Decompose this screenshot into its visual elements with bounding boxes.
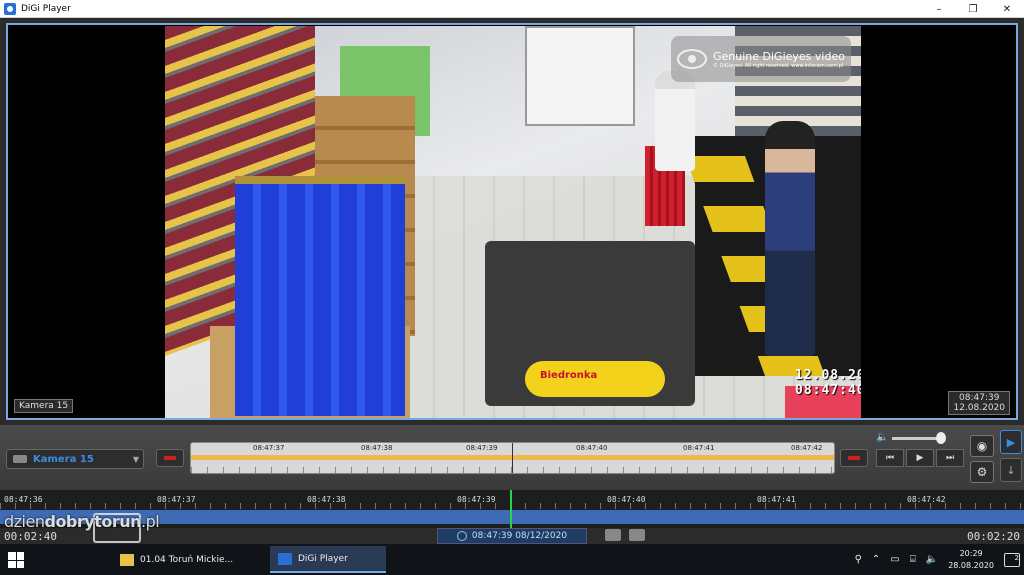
notification-icon[interactable]: 2 bbox=[1004, 552, 1020, 567]
volume-control[interactable]: 🔈 bbox=[876, 432, 966, 444]
taskbar-item-explorer[interactable]: 01.04 Toruń Mickie... bbox=[112, 546, 242, 573]
volume-track[interactable] bbox=[892, 437, 942, 440]
system-tray: ⚲ ⌃ ▭ ⌸ 🔈 20:29 28.08.2020 2 bbox=[855, 544, 1020, 575]
mute-icon[interactable]: 🔈 bbox=[876, 432, 888, 443]
windows-start-icon[interactable] bbox=[8, 552, 24, 568]
timeline-label: 08:47:42 bbox=[907, 495, 946, 504]
speaker-icon[interactable]: 🔈 bbox=[926, 554, 938, 565]
chevron-down-icon: ▼ bbox=[132, 454, 139, 464]
gear-icon[interactable]: ⚙ bbox=[970, 461, 994, 483]
camera-select[interactable]: Kamera 15 ▼ bbox=[6, 449, 144, 469]
timeline-cursor[interactable] bbox=[512, 443, 513, 473]
watermark-title: Genuine DiGieyes video bbox=[713, 49, 845, 63]
osd-datetime: 12.08.2020 08:47:40 bbox=[795, 368, 861, 398]
window-controls: – ❐ ✕ bbox=[922, 0, 1024, 18]
site-logo-suffix: .pl bbox=[141, 512, 160, 531]
zoom-timeline[interactable]: 08:47:37 08:47:38 08:47:39 08:47:40 08:4… bbox=[190, 442, 835, 474]
timeline-label: 08:47:39 bbox=[457, 495, 496, 504]
clock-date: 28.08.2020 bbox=[948, 560, 994, 570]
video-viewer[interactable]: Biedronka Genuine DiGieyes video © DiGie… bbox=[6, 23, 1018, 420]
control-panel: Kamera 15 ▼ 08:47:37 08:47:38 08:47:39 0… bbox=[0, 425, 1024, 490]
customer-young bbox=[765, 121, 815, 356]
timeline-label: 08:47:41 bbox=[683, 444, 715, 452]
timeline-label: 08:47:38 bbox=[361, 444, 393, 452]
watermark: Genuine DiGieyes video © DiGieyes. All r… bbox=[671, 36, 851, 82]
view-tools: ◉ ⚙ bbox=[970, 435, 994, 483]
minimize-button[interactable]: – bbox=[922, 0, 956, 18]
status-tools bbox=[605, 529, 645, 541]
timestamp-date: 12.08.2020 bbox=[953, 403, 1005, 413]
eye-icon bbox=[677, 49, 707, 69]
marker-icon bbox=[164, 456, 176, 460]
site-logo-bold1: dobry bbox=[44, 512, 95, 531]
customer-elderly bbox=[655, 71, 695, 171]
timeline-label: 08:47:42 bbox=[791, 444, 823, 452]
camera-frame: Biedronka Genuine DiGieyes video © DiGie… bbox=[165, 26, 861, 418]
title-bar: DiGi Player – ❐ ✕ bbox=[0, 0, 1024, 18]
marker-icon bbox=[848, 456, 860, 460]
current-time-display: 08:47:39 08/12/2020 bbox=[437, 528, 587, 544]
timeline-label: 08:47:41 bbox=[757, 495, 796, 504]
site-logo-prefix: dzien bbox=[4, 512, 45, 531]
volume-knob[interactable] bbox=[936, 432, 946, 444]
maximize-button[interactable]: ❐ bbox=[956, 0, 990, 18]
timeline-label: 08:47:40 bbox=[576, 444, 608, 452]
playhead[interactable] bbox=[510, 490, 512, 528]
digi-player-icon bbox=[278, 552, 292, 565]
timeline-ruler bbox=[0, 493, 1024, 509]
close-button[interactable]: ✕ bbox=[990, 0, 1024, 18]
elapsed-time: 00:02:40 bbox=[4, 530, 57, 543]
app-icon bbox=[4, 2, 16, 15]
people-icon[interactable]: ⚲ bbox=[855, 554, 862, 565]
timeline-label: 08:47:40 bbox=[607, 495, 646, 504]
timeline-label: 08:47:39 bbox=[466, 444, 498, 452]
camera-label: Kamera 15 bbox=[14, 399, 74, 413]
next-segment-button[interactable] bbox=[840, 449, 868, 467]
taskbar-item-digi-player[interactable]: DiGi Player bbox=[270, 546, 386, 573]
taskbar-item-label: 01.04 Toruń Mickie... bbox=[140, 554, 234, 565]
skip-forward-button[interactable]: ⏭ bbox=[936, 449, 964, 467]
store-sign-text: Biedronka bbox=[540, 370, 598, 381]
transport-controls: ⏮ ▶ ⏭ bbox=[876, 449, 966, 467]
taskbar: 01.04 Toruń Mickie... DiGi Player ⚲ ⌃ ▭ … bbox=[0, 544, 1024, 575]
current-time: 08:47:39 08/12/2020 bbox=[471, 531, 568, 541]
remaining-time: 00:02:20 bbox=[967, 530, 1020, 543]
prev-segment-button[interactable] bbox=[156, 449, 184, 467]
timestamp-label: 08:47:39 12.08.2020 bbox=[948, 391, 1010, 415]
timeline-label: 08:47:37 bbox=[157, 495, 196, 504]
taskbar-item-label: DiGi Player bbox=[298, 553, 348, 564]
camera-snapshot-icon[interactable] bbox=[605, 529, 621, 541]
site-logo-bold2: torun bbox=[94, 512, 142, 531]
timeline-label: 08:47:38 bbox=[307, 495, 346, 504]
play-mode-icon[interactable]: ▶ bbox=[1000, 430, 1022, 454]
window-title: DiGi Player bbox=[21, 3, 71, 14]
blue-bottles-stack bbox=[235, 176, 405, 416]
taskbar-item-app[interactable] bbox=[240, 546, 262, 573]
timestamp-time: 08:47:39 bbox=[959, 393, 1000, 403]
white-panel bbox=[525, 26, 635, 126]
timeline-label: 08:47:37 bbox=[253, 444, 285, 452]
clock-time: 20:29 bbox=[959, 548, 983, 558]
clock[interactable]: 20:29 28.08.2020 bbox=[948, 548, 994, 572]
battery-icon[interactable]: ▭ bbox=[890, 554, 899, 565]
clock-icon bbox=[456, 531, 467, 541]
print-icon[interactable] bbox=[629, 529, 645, 541]
watermark-subtitle: © DiGieyes. All right reserved. www.info… bbox=[713, 62, 844, 69]
eye-icon[interactable]: ◉ bbox=[970, 435, 994, 457]
camera-icon bbox=[13, 455, 27, 463]
skip-back-button[interactable]: ⏮ bbox=[876, 449, 904, 467]
folder-icon bbox=[120, 553, 134, 566]
timeline-label: 08:47:36 bbox=[4, 495, 43, 504]
side-tools: ▶ ↓ bbox=[1000, 430, 1022, 482]
download-icon[interactable]: ↓ bbox=[1000, 458, 1022, 482]
camera-select-value: Kamera 15 bbox=[33, 453, 94, 465]
site-logo: dziendobrytorun.pl bbox=[4, 512, 160, 531]
network-icon[interactable]: ⌸ bbox=[910, 554, 916, 565]
chevron-up-icon[interactable]: ⌃ bbox=[872, 554, 880, 565]
play-button[interactable]: ▶ bbox=[906, 449, 934, 467]
